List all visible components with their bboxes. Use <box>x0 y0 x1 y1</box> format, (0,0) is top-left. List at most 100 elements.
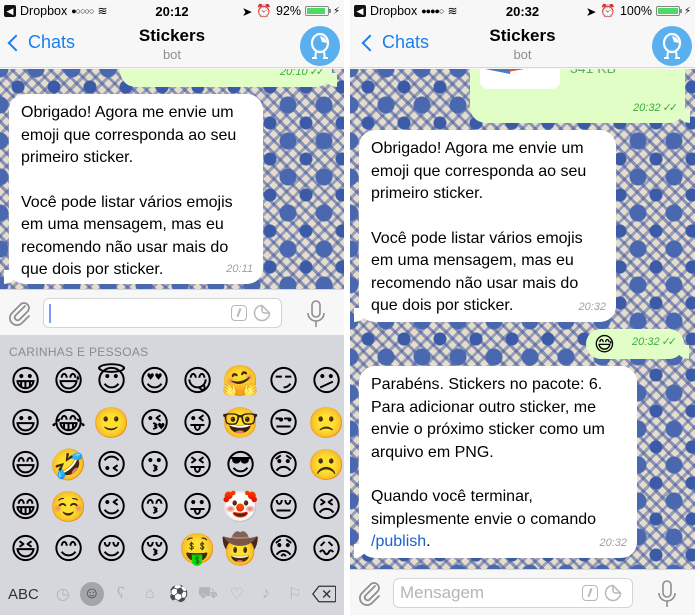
chevron-left-icon <box>7 34 25 51</box>
emoji-key[interactable]: 🙂 <box>90 403 133 445</box>
emoji-key[interactable]: 😅 <box>47 361 90 403</box>
back-to-app-icon[interactable]: ◀ <box>354 5 366 17</box>
emoji-key[interactable]: 😞 <box>262 445 305 487</box>
message-input-bar <box>350 569 695 615</box>
emoji-key[interactable]: 😏 <box>262 361 305 403</box>
charging-icon: ⚡ <box>683 5 691 17</box>
message-outgoing-emoji[interactable]: 😅 20:32 ✓✓ <box>586 329 689 359</box>
back-to-app-label[interactable]: Dropbox <box>370 4 417 18</box>
sticker-icon[interactable] <box>604 584 622 602</box>
back-button[interactable]: Chats <box>6 32 75 53</box>
category-symbols-icon[interactable]: ♪ <box>254 582 278 606</box>
bubble-tail <box>354 544 368 558</box>
message-incoming[interactable]: Obrigado! Agora me envie um emoji que co… <box>4 94 263 284</box>
emoji-key[interactable]: 😁 <box>4 487 47 529</box>
message-paragraph: Obrigado! Agora me envie um emoji que co… <box>21 104 241 166</box>
emoji-key[interactable]: 🙁 <box>305 403 344 445</box>
message-incoming[interactable]: Parabéns. Stickers no pacote: 6. Para ad… <box>354 366 637 558</box>
read-ticks-icon: ✓✓ <box>662 101 679 114</box>
bot-avatar[interactable] <box>652 26 692 66</box>
emoji-key[interactable]: 😛 <box>176 487 219 529</box>
emoji-key[interactable]: 😣 <box>305 487 344 529</box>
file-thumbnail[interactable] <box>480 69 560 89</box>
emoji-key[interactable]: 😊 <box>47 529 90 571</box>
emoji-key[interactable]: 😇 <box>90 361 133 403</box>
back-to-app-label[interactable]: Dropbox <box>20 4 67 18</box>
emoji-key[interactable]: 🤗 <box>219 361 262 403</box>
category-animals-icon[interactable]: ʕ <box>109 582 133 606</box>
message-input[interactable] <box>44 299 210 327</box>
emoji-key[interactable]: 😝 <box>176 445 219 487</box>
message-time: 20:32 <box>599 536 627 549</box>
category-flags-icon[interactable]: ⚐ <box>283 582 307 606</box>
message-field[interactable] <box>43 298 282 328</box>
emoji-grid: 😀 😅 😇 😍 😋 🤗 😏 😕 😃 😂 🙂 😘 😜 🤓 😒 🙁 😄 🤣 🙃 😗 😝 😎 😞 ☹️ 😁 ☺️ 😉 😙 😛 🤡 😔 😣 😆 😊 😌 😚 🤑 🤠… <box>4 361 344 571</box>
emoji-key[interactable]: 😉 <box>90 487 133 529</box>
location-icon: ➤ <box>241 4 253 19</box>
emoji-key[interactable]: 🤠 <box>219 529 262 571</box>
microphone-icon[interactable] <box>655 579 679 609</box>
back-button[interactable]: Chats <box>360 32 429 53</box>
battery-icon <box>655 6 682 16</box>
emoji-key[interactable]: ☺️ <box>47 487 90 529</box>
emoji-key[interactable]: 😀 <box>4 361 47 403</box>
emoji-key[interactable]: 🤣 <box>47 445 90 487</box>
chat-area[interactable]: Leitor 6.png 341 KB 20:32✓✓ Obrigado! Ag… <box>350 69 695 569</box>
read-ticks-icon: ✓✓ <box>661 335 678 348</box>
chat-area[interactable]: 20:10 ✓✓ Obrigado! Agora me envie um emoj… <box>0 69 344 289</box>
emoji-key[interactable]: ☹️ <box>305 445 344 487</box>
emoji-key[interactable]: 😂 <box>47 403 90 445</box>
category-food-icon[interactable]: ⌂ <box>138 582 162 606</box>
emoji-key[interactable]: 😕 <box>305 361 344 403</box>
emoji-key[interactable]: 😄 <box>4 445 47 487</box>
emoji-key[interactable]: 😌 <box>90 529 133 571</box>
bubble-tail <box>676 109 690 123</box>
microphone-icon[interactable] <box>304 299 328 329</box>
abc-keyboard-button[interactable]: ABC <box>8 586 39 603</box>
bot-command-icon[interactable] <box>582 585 598 601</box>
emoji-key[interactable]: 😟 <box>262 529 305 571</box>
emoji-key[interactable]: 😋 <box>176 361 219 403</box>
emoji-key[interactable]: 😚 <box>133 529 176 571</box>
status-bar: ◀ Dropbox ●○○○○ ≋ 20:12 ➤ ⏰ 92% ⚡ <box>0 0 344 22</box>
category-travel-icon[interactable]: ⛟ <box>196 582 220 606</box>
emoji-key[interactable]: 😙 <box>133 487 176 529</box>
message-outgoing-file[interactable]: Leitor 6.png 341 KB 20:32✓✓ <box>470 69 690 123</box>
publish-command-link[interactable]: /publish <box>371 533 426 550</box>
emoji-key[interactable]: 🤑 <box>176 529 219 571</box>
bot-command-icon[interactable] <box>231 305 247 321</box>
message-outgoing-sticker[interactable]: 20:10 ✓✓ <box>120 69 337 87</box>
category-smileys-icon[interactable]: ☺ <box>79 582 104 606</box>
emoji-key[interactable]: 😆 <box>4 529 47 571</box>
emoji-key[interactable]: 😖 <box>305 529 344 571</box>
message-incoming[interactable]: Obrigado! Agora me envie um emoji que co… <box>354 130 616 322</box>
message-field[interactable] <box>393 578 633 608</box>
sticker-icon[interactable] <box>253 304 271 322</box>
emoji-key[interactable]: 😗 <box>133 445 176 487</box>
emoji-key[interactable]: 🙃 <box>90 445 133 487</box>
emoji-key[interactable]: 🤡 <box>219 487 262 529</box>
left-screen: ◀ Dropbox ●○○○○ ≋ 20:12 ➤ ⏰ 92% ⚡ Chats … <box>0 0 344 615</box>
emoji-key[interactable]: 🤓 <box>219 403 262 445</box>
emoji-key[interactable]: 😎 <box>219 445 262 487</box>
emoji-key[interactable]: 😍 <box>133 361 176 403</box>
emoji-key[interactable]: 😃 <box>4 403 47 445</box>
battery-percent: 100% <box>619 4 652 18</box>
attach-icon[interactable] <box>356 579 384 607</box>
category-activity-icon[interactable]: ⚽ <box>167 582 191 606</box>
message-input[interactable] <box>394 579 561 607</box>
message-time: 20:10 ✓✓ <box>280 69 325 83</box>
message-time: 20:32 <box>578 300 606 313</box>
backspace-icon[interactable] <box>311 584 336 604</box>
emoji-key[interactable]: 😜 <box>176 403 219 445</box>
bot-avatar[interactable] <box>300 26 340 66</box>
location-icon: ➤ <box>585 4 597 19</box>
back-to-app-icon[interactable]: ◀ <box>4 5 16 17</box>
category-recent-icon[interactable]: ◷ <box>51 582 75 606</box>
emoji-key[interactable]: 😘 <box>133 403 176 445</box>
emoji-key[interactable]: 😔 <box>262 487 305 529</box>
emoji-key[interactable]: 😒 <box>262 403 305 445</box>
reading-illustration-icon <box>485 69 530 74</box>
attach-icon[interactable] <box>6 299 34 327</box>
category-objects-icon[interactable]: ♡ <box>225 582 249 606</box>
